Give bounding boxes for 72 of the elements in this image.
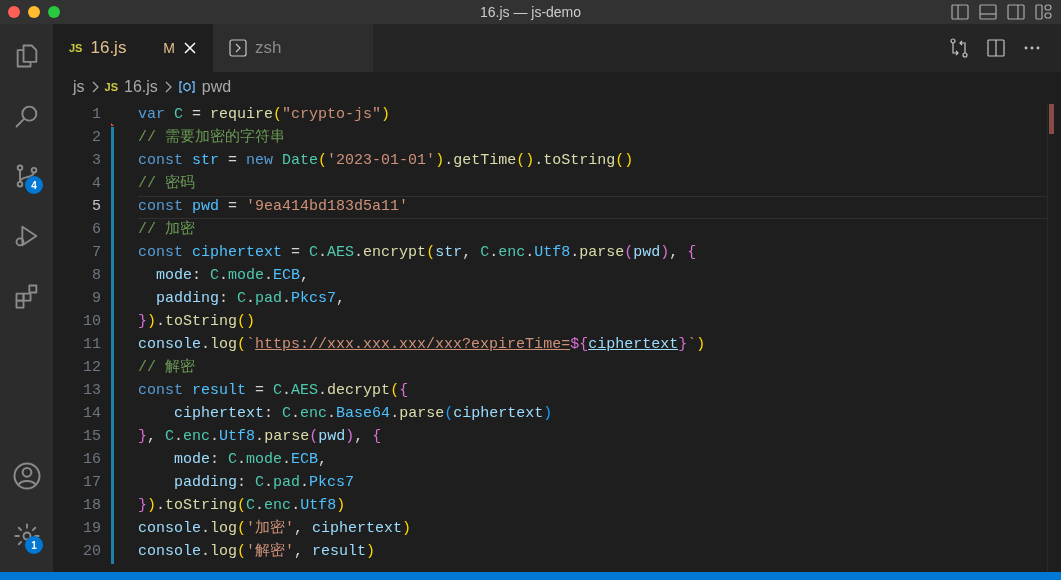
modified-indicator: M [163,38,175,58]
chevron-right-icon [163,81,172,93]
code-line: const pwd = '9ea414bd183d5a11' [138,196,1047,219]
notification-badge: 4 [25,176,43,194]
line-number: 2 [91,128,102,149]
code-line: const ciphertext = C.AES.encrypt(str, C.enc.Utf8.parse(pwd), { [138,243,697,264]
js-file-icon: JS [69,39,83,57]
line-number: 1 [91,105,102,126]
code-line: const str = new Date('2023-01-01').getTime().toString() [138,151,634,172]
code-line: console.log('解密', result) [138,541,376,563]
line-number: 4 [91,174,102,195]
js-file-icon: JS [104,78,119,96]
breadcrumb-item[interactable]: 16.js [124,75,158,99]
more-actions-icon[interactable] [1023,45,1041,51]
sidebar-toggle-icon[interactable] [951,3,969,21]
line-number: 7 [91,243,102,264]
line-number: 10 [82,312,102,333]
tab-label: zsh [255,37,282,60]
compare-changes-icon[interactable] [949,38,969,58]
line-number: 12 [82,358,102,379]
code-line: padding: C.pad.Pkcs7 [173,473,355,494]
line-number: 17 [82,473,102,494]
code-line: console.log(`https://xxx.xxx.xxx/xxx?expireTime=${ciphertext}`) [138,335,706,356]
tab-label: 16.js [90,37,127,60]
code-line: mode: C.mode.ECB, [173,450,328,471]
close-window-button[interactable] [8,6,20,18]
chevron-right-icon [90,81,99,93]
window-title: 16.js — js-demo [479,2,582,22]
editor-tab[interactable]: JS 16.js M [53,24,213,72]
terminal-icon [229,39,247,57]
notification-badge: 1 [25,536,43,554]
line-number: 11 [82,335,102,356]
code-line: }, C.enc.Utf8.parse(pwd), { [138,427,382,448]
line-number: 19 [82,519,102,540]
activity-bar-item[interactable]: 4 [0,146,53,206]
line-number: 6 [91,220,102,241]
maximize-window-button[interactable] [48,6,60,18]
code-line: const result = C.AES.decrypt({ [138,381,409,402]
code-line: mode: C.mode.ECB, [155,266,310,287]
code-line: padding: C.pad.Pkcs7, [155,289,346,310]
minimize-window-button[interactable] [28,6,40,18]
line-number: 13 [82,381,102,402]
account-icon [11,461,42,491]
panel-toggle-icon[interactable] [979,3,997,21]
line-number: 14 [82,404,102,425]
breadcrumb-item[interactable]: pwd [201,75,232,99]
code-line: // 加密 [138,219,195,241]
code-line: }).toString(C.enc.Utf8) [138,496,346,517]
line-number: 15 [82,427,102,448]
line-number: 8 [91,266,102,287]
code-line: ciphertext: C.enc.Base64.parse(ciphertext) [173,404,553,425]
code-line: // 密码 [138,173,195,195]
line-number: 3 [91,151,102,172]
close-icon[interactable] [183,41,197,55]
split-layout-icon[interactable] [1007,3,1025,21]
layout-icon[interactable] [1035,3,1053,21]
editor-tab[interactable]: zsh [213,24,373,72]
line-number: 18 [82,496,102,517]
code-line: console.log('加密', ciphertext) [138,518,412,540]
line-number: 5 [91,197,102,218]
symbol-icon [177,80,196,94]
code-line: // 解密 [138,357,195,379]
line-number: 9 [91,289,102,310]
breadcrumb-item[interactable]: js [73,75,85,99]
split-editor-icon[interactable] [987,39,1005,57]
line-number: 20 [82,542,102,563]
code-line: // 需要加密的字符串 [138,127,285,149]
activity-bar-item[interactable]: 1 [0,506,53,566]
line-number: 16 [82,450,102,471]
scroll-marker [1049,104,1054,134]
code-line: var C = require("crypto-js") [138,105,391,126]
code-line: }).toString() [138,312,256,333]
